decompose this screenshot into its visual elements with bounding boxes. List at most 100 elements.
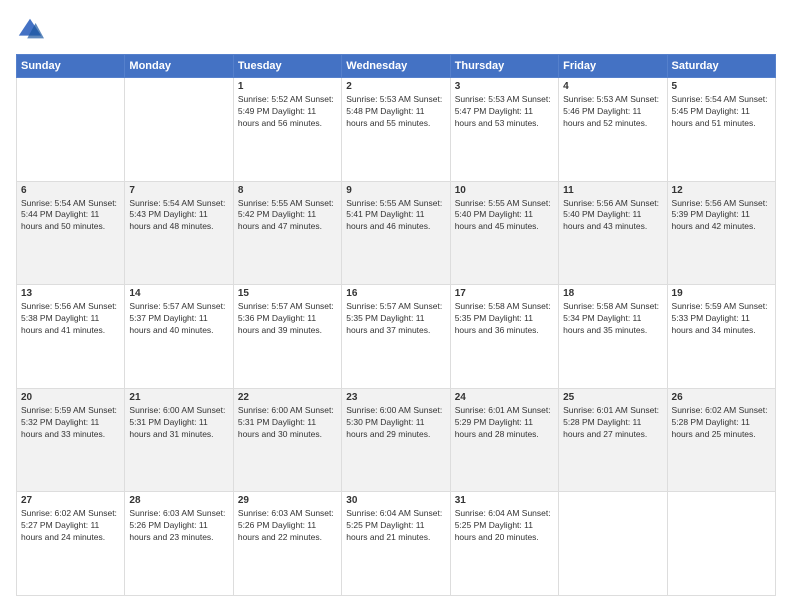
day-info: Sunrise: 5:53 AM Sunset: 5:47 PM Dayligh… bbox=[455, 94, 554, 130]
day-number: 19 bbox=[672, 288, 771, 299]
calendar-cell: 3 Sunrise: 5:53 AM Sunset: 5:47 PM Daylig… bbox=[450, 78, 558, 182]
calendar-cell: 16 Sunrise: 5:57 AM Sunset: 5:35 PM Dayli… bbox=[342, 285, 450, 389]
day-info: Sunrise: 6:02 AM Sunset: 5:28 PM Dayligh… bbox=[672, 405, 771, 441]
day-info: Sunrise: 6:01 AM Sunset: 5:29 PM Dayligh… bbox=[455, 405, 554, 441]
calendar-week-1: 1Sunrise: 5:52 AM Sunset: 5:49 PM Daylig… bbox=[17, 78, 776, 182]
day-info: Sunrise: 5:59 AM Sunset: 5:32 PM Dayligh… bbox=[21, 405, 120, 441]
day-number: 7 bbox=[129, 185, 228, 196]
day-number: 20 bbox=[21, 392, 120, 403]
calendar-cell: 12 Sunrise: 5:56 AM Sunset: 5:39 PM Dayli… bbox=[667, 181, 775, 285]
calendar-cell bbox=[125, 78, 233, 182]
day-info: Sunrise: 5:53 AM Sunset: 5:46 PM Dayligh… bbox=[563, 94, 662, 130]
day-info: Sunrise: 5:55 AM Sunset: 5:42 PM Dayligh… bbox=[238, 198, 337, 234]
day-info: Sunrise: 6:00 AM Sunset: 5:31 PM Dayligh… bbox=[129, 405, 228, 441]
calendar-cell: 7 Sunrise: 5:54 AM Sunset: 5:43 PM Daylig… bbox=[125, 181, 233, 285]
calendar-cell: 10Sunrise: 5:55 AM Sunset: 5:40 PM Dayli… bbox=[450, 181, 558, 285]
day-info: Sunrise: 5:57 AM Sunset: 5:37 PM Dayligh… bbox=[129, 301, 228, 337]
calendar-cell: 29 Sunrise: 6:03 AM Sunset: 5:26 PM Dayli… bbox=[233, 492, 341, 596]
day-info: Sunrise: 5:54 AM Sunset: 5:43 PM Dayligh… bbox=[129, 198, 228, 234]
calendar-cell: 11 Sunrise: 5:56 AM Sunset: 5:40 PM Dayli… bbox=[559, 181, 667, 285]
day-number: 30 bbox=[346, 495, 445, 506]
day-number: 24 bbox=[455, 392, 554, 403]
day-number: 28 bbox=[129, 495, 228, 506]
calendar-cell: 22 Sunrise: 6:00 AM Sunset: 5:31 PM Dayli… bbox=[233, 388, 341, 492]
day-info: Sunrise: 5:52 AM Sunset: 5:49 PM Dayligh… bbox=[238, 94, 337, 130]
day-number: 3 bbox=[455, 81, 554, 92]
day-number: 15 bbox=[238, 288, 337, 299]
day-number: 27 bbox=[21, 495, 120, 506]
calendar-weekday-friday: Friday bbox=[559, 55, 667, 78]
calendar-cell: 24 Sunrise: 6:01 AM Sunset: 5:29 PM Dayli… bbox=[450, 388, 558, 492]
calendar-cell: 25 Sunrise: 6:01 AM Sunset: 5:28 PM Dayli… bbox=[559, 388, 667, 492]
day-number: 6 bbox=[21, 185, 120, 196]
day-info: Sunrise: 5:54 AM Sunset: 5:44 PM Dayligh… bbox=[21, 198, 120, 234]
day-info: Sunrise: 5:56 AM Sunset: 5:39 PM Dayligh… bbox=[672, 198, 771, 234]
calendar-week-2: 6 Sunrise: 5:54 AM Sunset: 5:44 PM Daylig… bbox=[17, 181, 776, 285]
calendar-cell: 5Sunrise: 5:54 AM Sunset: 5:45 PM Daylig… bbox=[667, 78, 775, 182]
calendar-weekday-tuesday: Tuesday bbox=[233, 55, 341, 78]
day-number: 21 bbox=[129, 392, 228, 403]
logo-icon bbox=[16, 16, 44, 44]
calendar-weekday-sunday: Sunday bbox=[17, 55, 125, 78]
day-number: 17 bbox=[455, 288, 554, 299]
calendar-week-5: 27 Sunrise: 6:02 AM Sunset: 5:27 PM Dayli… bbox=[17, 492, 776, 596]
calendar-cell: 30Sunrise: 6:04 AM Sunset: 5:25 PM Dayli… bbox=[342, 492, 450, 596]
day-info: Sunrise: 6:03 AM Sunset: 5:26 PM Dayligh… bbox=[238, 508, 337, 544]
calendar-week-4: 20 Sunrise: 5:59 AM Sunset: 5:32 PM Dayli… bbox=[17, 388, 776, 492]
day-number: 22 bbox=[238, 392, 337, 403]
calendar-weekday-thursday: Thursday bbox=[450, 55, 558, 78]
day-number: 29 bbox=[238, 495, 337, 506]
day-info: Sunrise: 5:58 AM Sunset: 5:35 PM Dayligh… bbox=[455, 301, 554, 337]
day-number: 25 bbox=[563, 392, 662, 403]
day-info: Sunrise: 5:56 AM Sunset: 5:40 PM Dayligh… bbox=[563, 198, 662, 234]
day-info: Sunrise: 5:57 AM Sunset: 5:36 PM Dayligh… bbox=[238, 301, 337, 337]
day-info: Sunrise: 6:01 AM Sunset: 5:28 PM Dayligh… bbox=[563, 405, 662, 441]
day-info: Sunrise: 6:00 AM Sunset: 5:31 PM Dayligh… bbox=[238, 405, 337, 441]
calendar-cell: 14 Sunrise: 5:57 AM Sunset: 5:37 PM Dayli… bbox=[125, 285, 233, 389]
day-number: 23 bbox=[346, 392, 445, 403]
calendar-cell: 13Sunrise: 5:56 AM Sunset: 5:38 PM Dayli… bbox=[17, 285, 125, 389]
day-number: 12 bbox=[672, 185, 771, 196]
day-number: 8 bbox=[238, 185, 337, 196]
day-number: 31 bbox=[455, 495, 554, 506]
calendar-cell: 18Sunrise: 5:58 AM Sunset: 5:34 PM Dayli… bbox=[559, 285, 667, 389]
calendar-cell: 2 Sunrise: 5:53 AM Sunset: 5:48 PM Daylig… bbox=[342, 78, 450, 182]
calendar-cell bbox=[559, 492, 667, 596]
logo bbox=[16, 16, 48, 44]
header bbox=[16, 16, 776, 44]
day-info: Sunrise: 6:04 AM Sunset: 5:25 PM Dayligh… bbox=[455, 508, 554, 544]
day-number: 11 bbox=[563, 185, 662, 196]
calendar-cell: 6 Sunrise: 5:54 AM Sunset: 5:44 PM Daylig… bbox=[17, 181, 125, 285]
day-info: Sunrise: 5:53 AM Sunset: 5:48 PM Dayligh… bbox=[346, 94, 445, 130]
day-info: Sunrise: 5:57 AM Sunset: 5:35 PM Dayligh… bbox=[346, 301, 445, 337]
calendar-cell: 21 Sunrise: 6:00 AM Sunset: 5:31 PM Dayli… bbox=[125, 388, 233, 492]
calendar-weekday-saturday: Saturday bbox=[667, 55, 775, 78]
calendar-header-row: SundayMondayTuesdayWednesdayThursdayFrid… bbox=[17, 55, 776, 78]
day-number: 14 bbox=[129, 288, 228, 299]
calendar-cell: 20 Sunrise: 5:59 AM Sunset: 5:32 PM Dayli… bbox=[17, 388, 125, 492]
calendar-weekday-monday: Monday bbox=[125, 55, 233, 78]
calendar-cell: 26 Sunrise: 6:02 AM Sunset: 5:28 PM Dayli… bbox=[667, 388, 775, 492]
day-info: Sunrise: 5:54 AM Sunset: 5:45 PM Dayligh… bbox=[672, 94, 771, 130]
day-info: Sunrise: 5:59 AM Sunset: 5:33 PM Dayligh… bbox=[672, 301, 771, 337]
calendar-cell: 1Sunrise: 5:52 AM Sunset: 5:49 PM Daylig… bbox=[233, 78, 341, 182]
day-info: Sunrise: 6:03 AM Sunset: 5:26 PM Dayligh… bbox=[129, 508, 228, 544]
calendar-cell: 17 Sunrise: 5:58 AM Sunset: 5:35 PM Dayli… bbox=[450, 285, 558, 389]
day-info: Sunrise: 5:55 AM Sunset: 5:41 PM Dayligh… bbox=[346, 198, 445, 234]
calendar-cell: 31 Sunrise: 6:04 AM Sunset: 5:25 PM Dayli… bbox=[450, 492, 558, 596]
calendar-cell: 15 Sunrise: 5:57 AM Sunset: 5:36 PM Dayli… bbox=[233, 285, 341, 389]
calendar-cell: 9 Sunrise: 5:55 AM Sunset: 5:41 PM Daylig… bbox=[342, 181, 450, 285]
calendar-cell: 19 Sunrise: 5:59 AM Sunset: 5:33 PM Dayli… bbox=[667, 285, 775, 389]
day-number: 16 bbox=[346, 288, 445, 299]
day-number: 2 bbox=[346, 81, 445, 92]
calendar-cell bbox=[17, 78, 125, 182]
day-number: 9 bbox=[346, 185, 445, 196]
day-number: 26 bbox=[672, 392, 771, 403]
calendar-cell: 4 Sunrise: 5:53 AM Sunset: 5:46 PM Daylig… bbox=[559, 78, 667, 182]
day-info: Sunrise: 5:56 AM Sunset: 5:38 PM Dayligh… bbox=[21, 301, 120, 337]
calendar-weekday-wednesday: Wednesday bbox=[342, 55, 450, 78]
calendar-cell: 28 Sunrise: 6:03 AM Sunset: 5:26 PM Dayli… bbox=[125, 492, 233, 596]
day-info: Sunrise: 6:02 AM Sunset: 5:27 PM Dayligh… bbox=[21, 508, 120, 544]
calendar-cell: 23Sunrise: 6:00 AM Sunset: 5:30 PM Dayli… bbox=[342, 388, 450, 492]
day-number: 4 bbox=[563, 81, 662, 92]
